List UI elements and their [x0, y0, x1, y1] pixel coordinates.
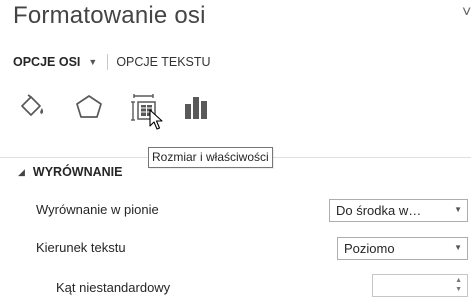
- mouse-cursor-icon: [149, 109, 165, 136]
- tab-axis-options-label: OPCJE OSI: [13, 55, 81, 69]
- pane-title: Formatowanie osi: [13, 2, 206, 29]
- vertical-alignment-label: Wyrównanie w pionie: [36, 202, 159, 217]
- chevron-down-icon[interactable]: ▼: [88, 57, 97, 67]
- custom-angle-spinner[interactable]: ▲ ▼: [372, 274, 468, 297]
- pane-menu-chevron-icon[interactable]: ˅: [462, 4, 471, 22]
- axis-options-button[interactable]: [184, 94, 212, 120]
- chevron-down-icon[interactable]: ▼: [454, 243, 462, 252]
- fill-line-button[interactable]: [17, 94, 49, 120]
- axis-options-bar-icon: [184, 94, 212, 120]
- tooltip: Rozmiar i właściwości: [148, 147, 273, 168]
- tab-text-options[interactable]: OPCJE TEKSTU: [116, 55, 210, 69]
- custom-angle-label: Kąt niestandardowy: [56, 280, 171, 295]
- text-direction-dropdown[interactable]: Poziomo ▼: [337, 237, 468, 260]
- tab-divider: [107, 54, 109, 70]
- text-direction-label: Kierunek tekstu: [36, 240, 126, 255]
- section-alignment-label: WYRÓWNANIE: [32, 165, 123, 179]
- tab-axis-options[interactable]: OPCJE OSI ▼: [13, 55, 97, 69]
- spin-up-icon[interactable]: ▲: [455, 277, 462, 284]
- effects-pentagon-icon: [74, 94, 104, 120]
- effects-button[interactable]: [74, 94, 104, 120]
- vertical-alignment-dropdown[interactable]: Do środka w… ▼: [329, 199, 468, 222]
- collapse-arrow-icon[interactable]: ◢: [18, 167, 25, 178]
- fill-line-icon: [17, 94, 49, 120]
- text-direction-value: Poziomo: [344, 241, 395, 256]
- spin-down-icon[interactable]: ▼: [455, 286, 462, 293]
- options-tabs: OPCJE OSI ▼ OPCJE TEKSTU: [13, 53, 211, 71]
- vertical-alignment-value: Do środka w…: [336, 203, 422, 218]
- chevron-down-icon[interactable]: ▼: [454, 205, 462, 214]
- section-alignment-header[interactable]: ◢ WYRÓWNANIE: [18, 164, 123, 180]
